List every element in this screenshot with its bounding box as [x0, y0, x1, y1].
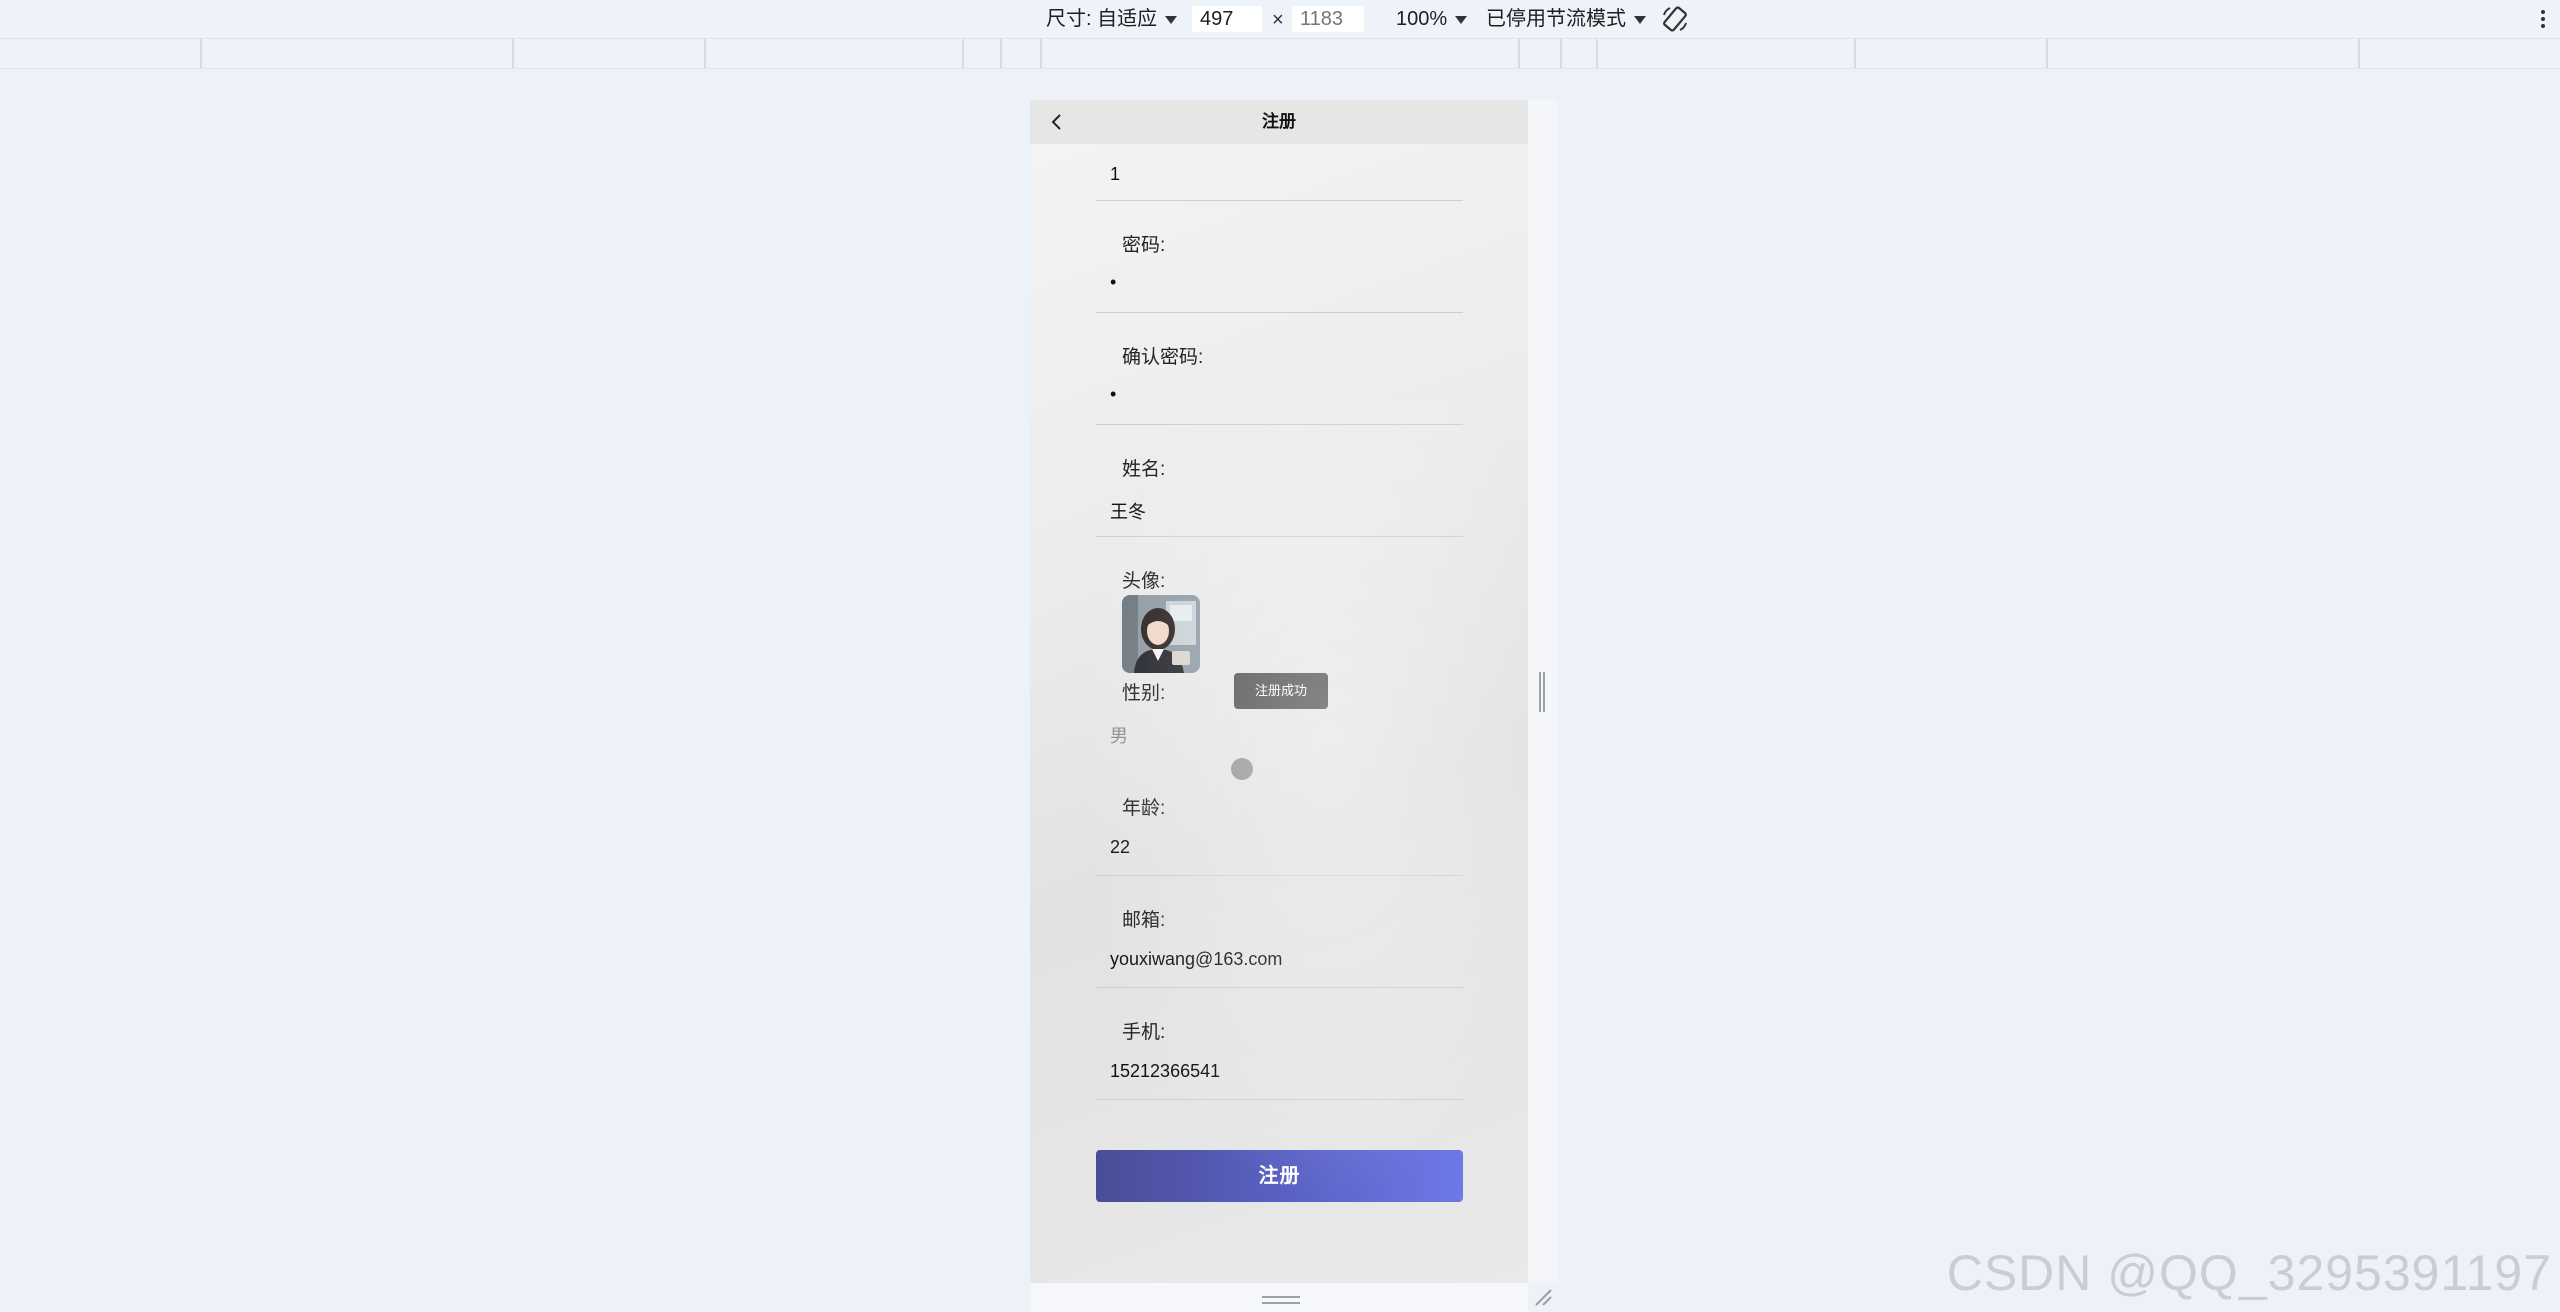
times-sign: ×: [1272, 9, 1284, 31]
ruler-divider[interactable]: [2358, 39, 2360, 68]
ruler-divider[interactable]: [1596, 39, 1598, 68]
confirm-password-value: •: [1110, 384, 1117, 404]
avatar-label: 头像:: [1122, 571, 1166, 592]
account-field[interactable]: 1: [1096, 144, 1463, 201]
rotate-icon[interactable]: [1660, 5, 1690, 33]
name-label: 姓名:: [1122, 459, 1166, 480]
chevron-down-icon: [1165, 15, 1178, 24]
ruler-divider[interactable]: [1560, 39, 1562, 68]
dimensions-dropdown[interactable]: 尺寸: 自适应: [1046, 0, 1178, 38]
throttle-label: 已停用节流模式: [1486, 8, 1626, 30]
ruler-divider[interactable]: [200, 39, 202, 68]
confirm-password-field[interactable]: 确认密码: •: [1096, 312, 1463, 425]
ruler-divider[interactable]: [962, 39, 964, 68]
email-label: 邮箱:: [1122, 910, 1166, 931]
resize-corner-icon[interactable]: [1534, 1288, 1552, 1306]
password-label: 密码:: [1122, 235, 1166, 256]
throttle-dropdown[interactable]: 已停用节流模式: [1486, 0, 1646, 38]
width-input[interactable]: [1192, 6, 1262, 32]
nav-bar: 注册: [1030, 100, 1528, 144]
gender-value: 男: [1110, 726, 1128, 746]
age-value: 22: [1110, 837, 1131, 857]
email-field[interactable]: 邮箱: youxiwang@163.com: [1096, 875, 1463, 988]
phone-label: 手机:: [1122, 1022, 1166, 1043]
device-viewport: 注册 1 密码: • 确认密码: • 姓名: 王冬 头像: 性别: 男 年龄:: [1030, 100, 1528, 1283]
account-value: 1: [1110, 164, 1121, 184]
register-button[interactable]: 注册: [1096, 1150, 1463, 1202]
phone-field[interactable]: 手机: 15212366541: [1096, 987, 1463, 1100]
name-value: 王冬: [1110, 502, 1146, 522]
age-label: 年龄:: [1122, 798, 1166, 819]
touch-pointer: [1231, 758, 1253, 780]
height-input[interactable]: [1292, 6, 1364, 32]
more-options-icon[interactable]: [2540, 8, 2546, 30]
watermark: CSDN @QQ_3295391197: [1946, 1245, 2552, 1301]
chevron-down-icon: [1455, 15, 1468, 24]
chevron-down-icon: [1634, 15, 1646, 24]
resize-handle-bottom-icon[interactable]: [1262, 1295, 1300, 1305]
gender-label: 性别:: [1122, 683, 1166, 704]
zoom-label: 100%: [1396, 8, 1448, 30]
confirm-password-label: 确认密码:: [1122, 347, 1204, 368]
ruler-divider[interactable]: [512, 39, 514, 68]
toast-message: 注册成功: [1234, 673, 1328, 709]
page-title: 注册: [1262, 112, 1296, 131]
media-query-ruler: [0, 39, 2560, 69]
ruler-divider[interactable]: [1000, 39, 1002, 68]
ruler-divider[interactable]: [1854, 39, 1856, 68]
zoom-dropdown[interactable]: 100%: [1396, 0, 1468, 38]
phone-value: 15212366541: [1110, 1061, 1221, 1081]
age-field[interactable]: 年龄: 22: [1096, 763, 1463, 876]
password-value: •: [1110, 272, 1117, 292]
ruler-divider[interactable]: [2046, 39, 2048, 68]
name-field[interactable]: 姓名: 王冬: [1096, 424, 1463, 537]
ruler-divider[interactable]: [704, 39, 706, 68]
ruler-divider[interactable]: [1040, 39, 1042, 68]
email-value: youxiwang@163.com: [1110, 949, 1283, 969]
dimensions-label: 尺寸: 自适应: [1046, 8, 1158, 30]
device-toolbar: 尺寸: 自适应 × 100% 已停用节流模式: [0, 0, 2560, 39]
resize-handle-right-icon[interactable]: [1538, 672, 1546, 712]
password-field[interactable]: 密码: •: [1096, 200, 1463, 313]
ruler-divider[interactable]: [1518, 39, 1520, 68]
